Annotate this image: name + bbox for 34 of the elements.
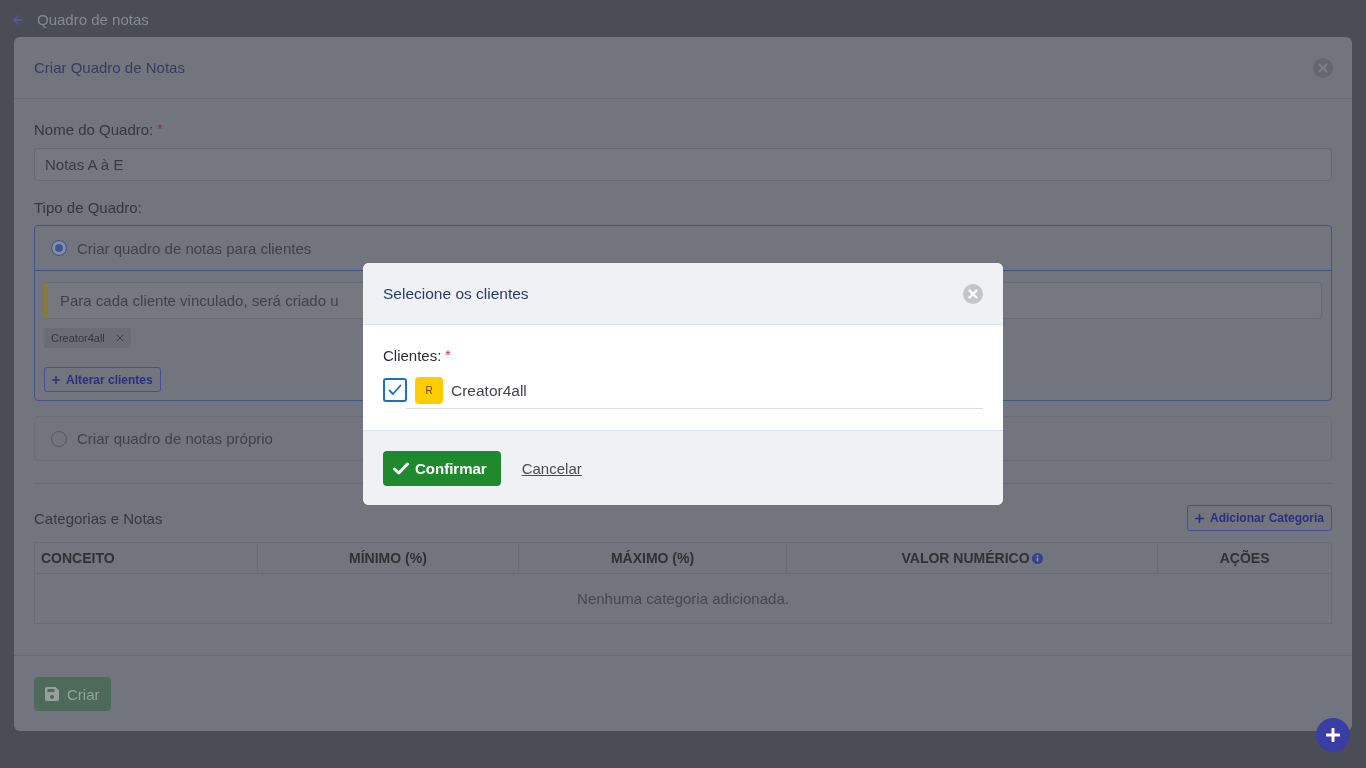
- close-icon[interactable]: [963, 283, 983, 304]
- plus-icon: [50, 373, 62, 386]
- chip-label: Creator4all: [51, 332, 105, 344]
- column-header: MÁXIMO (%): [610, 550, 695, 566]
- column-header: VALOR NUMÉRICO: [901, 550, 1030, 566]
- floating-add-button[interactable]: [1316, 718, 1350, 752]
- column-header: MÍNIMO (%): [349, 550, 427, 566]
- cancel-link[interactable]: Cancelar: [521, 459, 582, 477]
- field-label: Clientes:: [383, 346, 442, 364]
- required-mark: *: [445, 347, 451, 363]
- card-title: Criar Quadro de Notas: [34, 59, 185, 76]
- info-icon[interactable]: [1031, 552, 1043, 564]
- check-icon: [388, 384, 402, 396]
- confirm-button[interactable]: Confirmar: [383, 450, 501, 486]
- section-title: Categorias e Notas: [34, 509, 163, 527]
- client-avatar: R: [415, 377, 443, 404]
- required-mark: *: [157, 121, 163, 137]
- modal-title: Selecione os clientes: [383, 284, 529, 303]
- save-icon: [45, 687, 59, 701]
- change-clients-button[interactable]: Alterar clientes: [44, 367, 161, 392]
- field-label: Nome do Quadro:: [34, 120, 154, 138]
- plus-icon: [1192, 511, 1206, 525]
- column-header: CONCEITO: [41, 550, 115, 566]
- plus-icon: [1326, 728, 1340, 742]
- text-input[interactable]: Notas A à E: [34, 148, 1332, 181]
- check-icon: [393, 461, 409, 475]
- radio-button[interactable]: [51, 240, 67, 256]
- close-icon[interactable]: [1313, 57, 1333, 78]
- client-name: Creator4all: [451, 381, 527, 400]
- checkbox[interactable]: [383, 378, 407, 402]
- page-title: Quadro de notas: [37, 11, 149, 28]
- field-label: Tipo de Quadro:: [34, 198, 142, 216]
- column-header: AÇÕES: [1219, 550, 1270, 566]
- add-category-button[interactable]: Adicionar Categoria: [1186, 505, 1332, 531]
